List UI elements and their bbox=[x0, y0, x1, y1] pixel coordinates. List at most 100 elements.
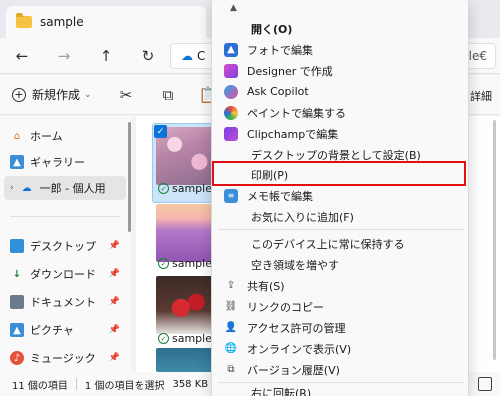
clipchamp-icon bbox=[224, 126, 238, 141]
gallery-icon: ▲ bbox=[10, 155, 24, 169]
address-text-left: C bbox=[197, 49, 206, 63]
pictures-icon: ▲ bbox=[10, 323, 24, 337]
menu-separator bbox=[218, 382, 464, 383]
menu-item-rotate-right[interactable]: 右に回転(R) bbox=[218, 386, 464, 396]
sidebar-divider bbox=[10, 216, 120, 217]
menu-item-designer[interactable]: Designer で作成 bbox=[218, 59, 464, 82]
menu-item-paint[interactable]: ペイントで編集する bbox=[218, 101, 464, 124]
blank-icon bbox=[224, 237, 238, 251]
details-button[interactable]: 詳細 bbox=[470, 88, 492, 104]
file-thumbnail-next[interactable] bbox=[156, 348, 218, 372]
copy-icon[interactable]: ⧉ bbox=[158, 85, 178, 105]
menu-item-version-history[interactable]: ⧉ バージョン履歴(V) bbox=[218, 358, 464, 381]
sidebar-item-label: ホーム bbox=[30, 130, 63, 143]
menu-item-label: Designer で作成 bbox=[247, 64, 333, 78]
link-icon: ⛓ bbox=[224, 301, 238, 312]
menu-item-favorites[interactable]: お気に入りに追加(F) bbox=[218, 205, 464, 228]
menu-item-label: Ask Copilot bbox=[247, 85, 309, 98]
menu-item-view-online[interactable]: 🌐 オンラインで表示(V) bbox=[218, 337, 464, 360]
tiles-view-icon[interactable] bbox=[478, 377, 492, 391]
sidebar-item-label: デスクトップ bbox=[30, 240, 96, 253]
chevron-right-icon: › bbox=[10, 183, 14, 193]
menu-item-label: 共有(S) bbox=[247, 279, 285, 293]
menu-item-label: 右に回転(R) bbox=[251, 387, 312, 396]
checkbox-checked-icon[interactable]: ✓ bbox=[154, 125, 167, 138]
tab-sample[interactable]: sample bbox=[6, 6, 206, 38]
plus-icon: + bbox=[12, 87, 26, 102]
menu-item-copy-link[interactable]: ⛓ リンクのコピー bbox=[218, 295, 464, 318]
file-name-sample1[interactable]: ✓ sample1 bbox=[158, 182, 219, 195]
history-icon: ⧉ bbox=[227, 364, 235, 375]
sync-ok-icon: ✓ bbox=[158, 333, 169, 344]
sync-ok-icon: ✓ bbox=[158, 183, 169, 194]
music-icon: ♪ bbox=[10, 351, 24, 365]
sidebar-item-pictures[interactable]: ▲ ピクチャ 📌 bbox=[10, 318, 128, 342]
sidebar-item-desktop[interactable]: デスクトップ 📌 bbox=[10, 234, 128, 258]
blank-icon bbox=[224, 22, 238, 36]
content-scrollbar[interactable] bbox=[493, 120, 496, 360]
menu-item-clipchamp[interactable]: Clipchampで編集 bbox=[218, 122, 464, 145]
blank-icon bbox=[224, 148, 238, 162]
cut-icon[interactable]: ✂ bbox=[116, 85, 136, 105]
sync-ok-icon: ✓ bbox=[158, 258, 169, 269]
sidebar-item-gallery[interactable]: ▲ ギャラリー bbox=[10, 150, 128, 174]
notepad-icon: ≡ bbox=[224, 188, 238, 203]
back-arrow-icon[interactable]: ← bbox=[10, 44, 34, 68]
menu-item-label: 空き領域を増やす bbox=[251, 258, 339, 272]
sidebar-item-label: ドキュメント bbox=[30, 296, 96, 309]
blank-icon bbox=[224, 386, 238, 396]
new-button[interactable]: + 新規作成 ⌄ bbox=[12, 86, 92, 103]
tab-title: sample bbox=[40, 15, 84, 29]
menu-item-label: Clipchampで編集 bbox=[247, 127, 339, 141]
menu-item-manage-access[interactable]: 👤 アクセス許可の管理 bbox=[218, 316, 464, 339]
sidebar-item-label: ミュージック bbox=[30, 352, 96, 365]
menu-item-label: お気に入りに追加(F) bbox=[251, 210, 354, 224]
photos-icon: ▲ bbox=[224, 42, 238, 57]
home-icon: ⌂ bbox=[13, 130, 21, 142]
sidebar-item-home[interactable]: ⌂ ホーム bbox=[10, 124, 128, 148]
menu-item-share[interactable]: ⇪ 共有(S) bbox=[218, 274, 464, 297]
file-name-sample7[interactable]: ✓ sample7 bbox=[158, 332, 219, 345]
menu-item-keep-on-device[interactable]: このデバイス上に常に保持する bbox=[218, 232, 464, 255]
menu-item-edit-photos[interactable]: ▲ フォトで編集 bbox=[218, 38, 464, 61]
selection-count: 1 個の項目を選択 bbox=[84, 380, 165, 392]
menu-item-label: リンクのコピー bbox=[247, 300, 324, 314]
menu-item-label: オンラインで表示(V) bbox=[247, 342, 352, 356]
print-highlight-box bbox=[212, 161, 466, 186]
menu-item-label: 開く(O) bbox=[251, 22, 293, 36]
share-icon: ⇪ bbox=[226, 280, 236, 291]
menu-item-label: ペイントで編集する bbox=[247, 106, 346, 120]
sidebar-item-label: ピクチャ bbox=[30, 324, 74, 337]
refresh-icon[interactable]: ↻ bbox=[136, 44, 160, 68]
globe-icon: 🌐 bbox=[224, 343, 238, 354]
cloud-icon: ☁ bbox=[21, 182, 32, 194]
status-separator bbox=[75, 378, 77, 390]
sidebar-item-label: ギャラリー bbox=[30, 156, 85, 169]
sidebar-item-downloads[interactable]: ↓ ダウンロード 📌 bbox=[10, 262, 128, 286]
file-thumbnail-sample7[interactable] bbox=[156, 276, 218, 334]
up-arrow-icon[interactable]: ↑ bbox=[94, 44, 118, 68]
menu-item-ask-copilot[interactable]: Ask Copilot bbox=[218, 80, 464, 103]
sidebar-item-onedrive[interactable]: › ☁ 一郎 - 個人用 bbox=[4, 176, 126, 200]
sidebar-item-music[interactable]: ♪ ミュージック 📌 bbox=[10, 346, 128, 370]
pin-icon: 📌 bbox=[108, 269, 120, 279]
menu-item-label: このデバイス上に常に保持する bbox=[251, 237, 405, 251]
sidebar-scrollbar[interactable] bbox=[128, 122, 131, 232]
sidebar-item-documents[interactable]: ドキュメント 📌 bbox=[10, 290, 128, 314]
menu-separator bbox=[218, 229, 464, 230]
selection-size: 358 KB bbox=[172, 378, 209, 390]
file-thumbnail-sample4[interactable] bbox=[156, 204, 218, 262]
menu-item-label: メモ帳で編集 bbox=[247, 189, 313, 203]
document-icon bbox=[10, 295, 24, 309]
navigation-pane: ⌂ ホーム ▲ ギャラリー › ☁ 一郎 - 個人用 デスクトップ 📌 ↓ ダウ… bbox=[0, 116, 131, 372]
context-menu: ▲ 開く(O) ▲ フォトで編集 Designer で作成 Ask Copilo… bbox=[211, 0, 469, 396]
designer-icon bbox=[224, 63, 238, 78]
menu-item-notepad[interactable]: ≡ メモ帳で編集 bbox=[218, 184, 464, 207]
menu-item-open[interactable]: 開く(O) bbox=[218, 17, 464, 40]
forward-arrow-icon[interactable]: → bbox=[52, 44, 76, 68]
menu-item-free-space[interactable]: 空き領域を増やす bbox=[218, 253, 464, 276]
new-button-label: 新規作成 bbox=[32, 88, 81, 102]
pin-icon: 📌 bbox=[108, 297, 120, 307]
chevron-up-icon[interactable]: ▲ bbox=[230, 3, 237, 13]
file-name-sample4[interactable]: ✓ sample4 bbox=[158, 257, 219, 270]
